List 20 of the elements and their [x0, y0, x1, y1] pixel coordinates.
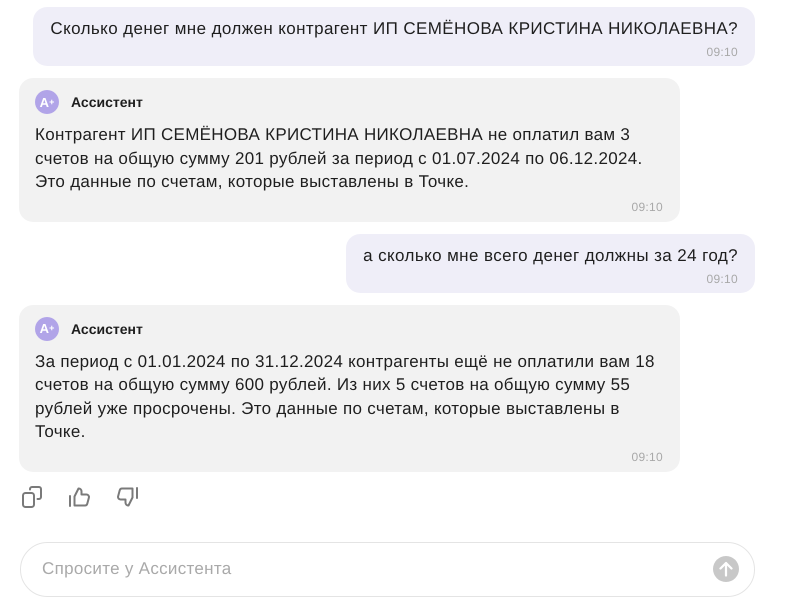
copy-button[interactable]: [21, 484, 45, 508]
message-time: 09:10: [631, 448, 663, 464]
message-time: 09:10: [631, 198, 663, 214]
message-text: а сколько мне всего денег должны за 24 год?: [363, 244, 738, 266]
thumbs-up-icon: [68, 484, 92, 508]
thumbs-down-icon: [115, 484, 139, 508]
assistant-avatar: A$^{+}$: [35, 316, 59, 340]
dislike-button[interactable]: [115, 484, 139, 508]
message-text: За период с 01.01.2024 по 31.12.2024 контрагенты ещё не оплатили вам 18 счетов на общую сумму 600 рублей. Из них 5 счетов на общую сумму 55 рублей уже просрочены. Это данные по счетам, которые выставлены в Точке.: [35, 350, 656, 443]
like-button[interactable]: [68, 484, 92, 508]
author-name: Ассистент: [71, 320, 143, 336]
message-input[interactable]: Спросите у Ассистента: [20, 542, 755, 596]
assistant-avatar: A$^{+}$: [35, 90, 59, 114]
message-time: 09:10: [706, 270, 738, 286]
copy-icon: [21, 484, 45, 508]
arrow-up-icon: [719, 560, 733, 576]
message-time: 09:10: [706, 44, 738, 60]
author-name: Ассистент: [71, 94, 143, 110]
message-text: Контрагент ИП СЕМЁНОВА КРИСТИНА НИКОЛАЕВНА не оплатил вам 3 счетов на общую сумму 201 рублей за период с 01.07.2024 по 06.12.2024. Это данные по счетам, которые выставлены в Точке.: [35, 124, 644, 193]
message-text: Сколько денег мне должен контрагент ИП СЕМЁНОВА КРИСТИНА НИКОЛАЕВНА?: [50, 18, 738, 40]
